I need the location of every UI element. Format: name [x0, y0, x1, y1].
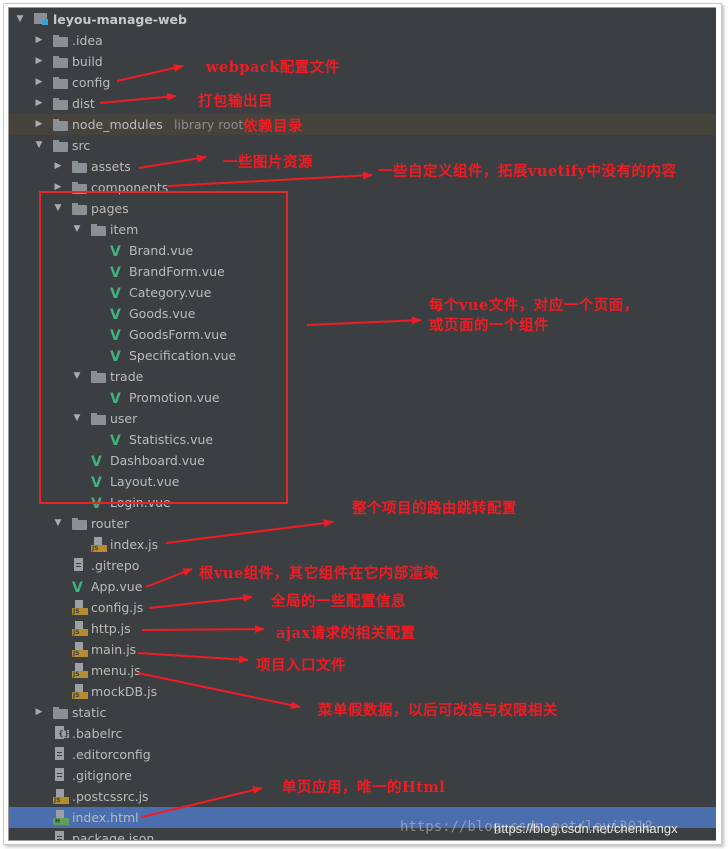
annotation-router: 整个项目的路由跳转配置	[352, 500, 517, 517]
annotation-config-js: 全局的一些配置信息	[271, 593, 406, 610]
annotation-app-vue: 根vue组件，其它组件在它内部渲染	[199, 565, 439, 582]
annotation-components: 一些自定义组件，拓展vuetify中没有的内容	[378, 163, 677, 180]
annotation-dist: 打包输出目	[198, 93, 273, 110]
arrow-pages	[306, 316, 422, 326]
arrow-router	[165, 519, 334, 544]
annotation-arrows	[99, 64, 422, 818]
arrow-http-js	[141, 625, 265, 634]
arrow-config	[116, 64, 184, 82]
annotation-main-js: 项目入口文件	[256, 657, 346, 674]
annotation-menu-js: 菜单假数据，以后可改造与权限相关	[318, 702, 558, 719]
arrow-config-js	[148, 593, 253, 609]
arrow-dist	[99, 92, 177, 104]
annotation-pages-line2: 或页面的一个组件	[429, 317, 549, 334]
watermark-url: https://blog.csdn.net/chenhangx	[494, 821, 678, 836]
arrow-menu-js	[137, 672, 301, 710]
arrow-index-html	[141, 786, 263, 818]
annotation-http-js: ajax请求的相关配置	[276, 625, 416, 642]
arrow-components	[167, 171, 373, 187]
annotation-node-modules: 依赖目录	[243, 118, 303, 135]
annotation-assets: 一些图片资源	[223, 154, 313, 171]
annotation-index-html: 单页应用，唯一的Html	[282, 779, 446, 796]
arrow-assets	[138, 154, 207, 169]
annotation-config: webpack配置文件	[206, 59, 340, 76]
arrow-app-vue	[145, 568, 193, 588]
arrow-main-js	[137, 652, 249, 664]
annotation-pages-line1: 每个vue文件，对应一个页面，	[429, 297, 639, 314]
